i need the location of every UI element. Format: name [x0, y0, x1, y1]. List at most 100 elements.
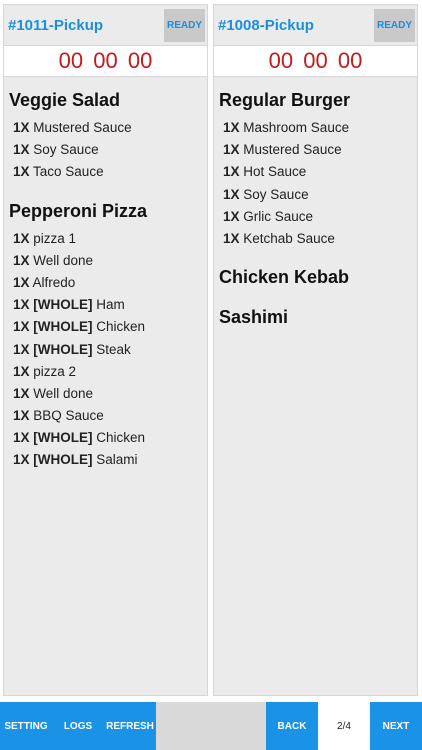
item-modifier: 1X Grlic Sauce: [219, 206, 417, 228]
item-name: Regular Burger: [219, 90, 351, 110]
modifier-qty: 1X: [13, 341, 30, 357]
modifier-qty: 1X: [13, 363, 30, 379]
modifier-text: Mashroom Sauce: [243, 120, 350, 135]
order-item: Sashimi: [219, 304, 417, 330]
modifier-text: pizza 2: [33, 363, 77, 379]
item-modifier: 1X Well done: [9, 250, 207, 272]
modifier-portion: [WHOLE]: [33, 341, 93, 357]
timer-hours: 00: [58, 48, 84, 73]
modifier-qty: 1X: [13, 297, 30, 313]
item-name: Pepperoni Pizza: [9, 200, 148, 221]
modifier-text: Soy Sauce: [243, 186, 309, 202]
item-modifier: 1X [WHOLE] Chicken: [9, 316, 207, 338]
kitchen-display-screen: #1011-Pickup READY 00 00 00 Veggie Salad…: [0, 0, 422, 750]
modifier-text: Alfredo: [32, 274, 76, 290]
modifier-qty: 1X: [223, 164, 240, 180]
order-header: #1008-Pickup READY: [214, 5, 417, 45]
order-item: Regular Burger 1X Mashroom Sauce 1X Must…: [219, 87, 417, 250]
modifier-qty: 1X: [223, 120, 240, 135]
modifier-text: Hot Sauce: [243, 164, 307, 180]
order-timer: 00 00 00: [214, 45, 417, 77]
item-modifier: 1X pizza 2: [9, 361, 207, 383]
modifier-text: Mustered Sauce: [33, 120, 132, 135]
modifier-text: Grlic Sauce: [243, 208, 314, 224]
order-id: #1011-Pickup: [8, 17, 104, 34]
modifier-qty: 1X: [13, 120, 30, 135]
page-indicator: 2/4: [318, 702, 370, 750]
modifier-qty: 1X: [13, 319, 30, 335]
modifier-qty: 1X: [223, 208, 240, 224]
item-name: Chicken Kebab: [219, 267, 350, 288]
item-modifier: 1X Soy Sauce: [9, 139, 207, 161]
ready-button[interactable]: READY: [164, 9, 205, 42]
item-modifier: 1X Alfredo: [9, 272, 207, 294]
modifier-text: Well done: [33, 385, 94, 401]
item-modifier: 1X [WHOLE] Chicken: [9, 427, 207, 449]
item-modifier: 1X [WHOLE] Ham: [9, 294, 207, 316]
timer-minutes: 00: [93, 48, 118, 73]
item-modifier: 1X Hot Sauce: [219, 161, 417, 183]
modifier-qty: 1X: [13, 164, 30, 180]
ready-button[interactable]: READY: [374, 9, 415, 42]
modifier-text: Mustered Sauce: [243, 142, 342, 158]
item-name: Sashimi: [219, 307, 289, 328]
order-card-1008: #1008-Pickup READY 00 00 00 Regular Burg…: [213, 4, 418, 696]
order-items: Veggie Salad 1X Mustered Sauce 1X Soy Sa…: [4, 77, 207, 472]
modifier-qty: 1X: [223, 186, 240, 202]
modifier-qty: 1X: [223, 142, 240, 158]
modifier-qty: 1X: [13, 408, 30, 424]
item-modifier: 1X Mustered Sauce: [9, 117, 207, 139]
order-timer: 00 00 00: [4, 45, 207, 77]
modifier-text: Chicken: [96, 319, 146, 335]
modifier-text: pizza 1: [33, 230, 77, 246]
order-items: Regular Burger 1X Mashroom Sauce 1X Must…: [214, 77, 417, 330]
modifier-portion: [WHOLE]: [33, 297, 93, 313]
refresh-button[interactable]: REFRESH: [104, 702, 156, 750]
item-modifier: 1X Taco Sauce: [9, 161, 207, 183]
modifier-text: Salami: [96, 452, 138, 468]
item-modifier: 1X BBQ Sauce: [9, 405, 207, 427]
item-modifier: 1X Mustered Sauce: [219, 139, 417, 161]
modifier-text: Chicken: [96, 430, 146, 446]
back-button[interactable]: BACK: [266, 702, 318, 750]
item-modifier: 1X Ketchab Sauce: [219, 228, 417, 250]
modifier-text: BBQ Sauce: [33, 408, 104, 424]
modifier-portion: [WHOLE]: [33, 430, 93, 446]
timer-hours: 00: [268, 48, 294, 73]
modifier-qty: 1X: [223, 230, 240, 246]
setting-button[interactable]: SETTING: [0, 702, 52, 750]
item-modifier: 1X pizza 1: [9, 228, 207, 250]
timer-seconds: 00: [127, 48, 153, 73]
item-modifier: 1X [WHOLE] Salami: [9, 449, 207, 471]
modifier-qty: 1X: [13, 252, 30, 268]
item-modifier: 1X Soy Sauce: [219, 184, 417, 206]
order-item: Chicken Kebab: [219, 264, 417, 290]
modifier-qty: 1X: [13, 452, 30, 468]
next-button[interactable]: NEXT: [370, 702, 422, 750]
bottom-toolbar: SETTING LOGS REFRESH BACK 2/4 NEXT: [0, 702, 422, 750]
timer-minutes: 00: [303, 48, 328, 73]
modifier-qty: 1X: [13, 274, 30, 290]
order-item: Veggie Salad 1X Mustered Sauce 1X Soy Sa…: [9, 87, 207, 184]
modifier-text: Ketchab Sauce: [243, 230, 335, 246]
modifier-text: Taco Sauce: [33, 164, 104, 180]
logs-button[interactable]: LOGS: [52, 702, 104, 750]
modifier-text: Steak: [96, 341, 131, 357]
timer-seconds: 00: [337, 48, 363, 73]
modifier-text: Ham: [96, 297, 125, 313]
modifier-qty: 1X: [13, 385, 30, 401]
item-modifier: 1X Well done: [9, 383, 207, 405]
modifier-qty: 1X: [13, 430, 30, 446]
modifier-qty: 1X: [13, 142, 30, 158]
item-modifier: 1X [WHOLE] Steak: [9, 339, 207, 361]
order-header: #1011-Pickup READY: [4, 5, 207, 45]
order-item: Pepperoni Pizza 1X pizza 1 1X Well done …: [9, 198, 207, 472]
modifier-text: Well done: [33, 252, 94, 268]
toolbar-spacer: [156, 702, 266, 750]
item-name: Veggie Salad: [9, 90, 121, 110]
modifier-text: Soy Sauce: [33, 142, 99, 158]
modifier-qty: 1X: [13, 230, 30, 246]
order-card-1011: #1011-Pickup READY 00 00 00 Veggie Salad…: [3, 4, 208, 696]
modifier-portion: [WHOLE]: [33, 452, 93, 468]
modifier-portion: [WHOLE]: [33, 319, 93, 335]
